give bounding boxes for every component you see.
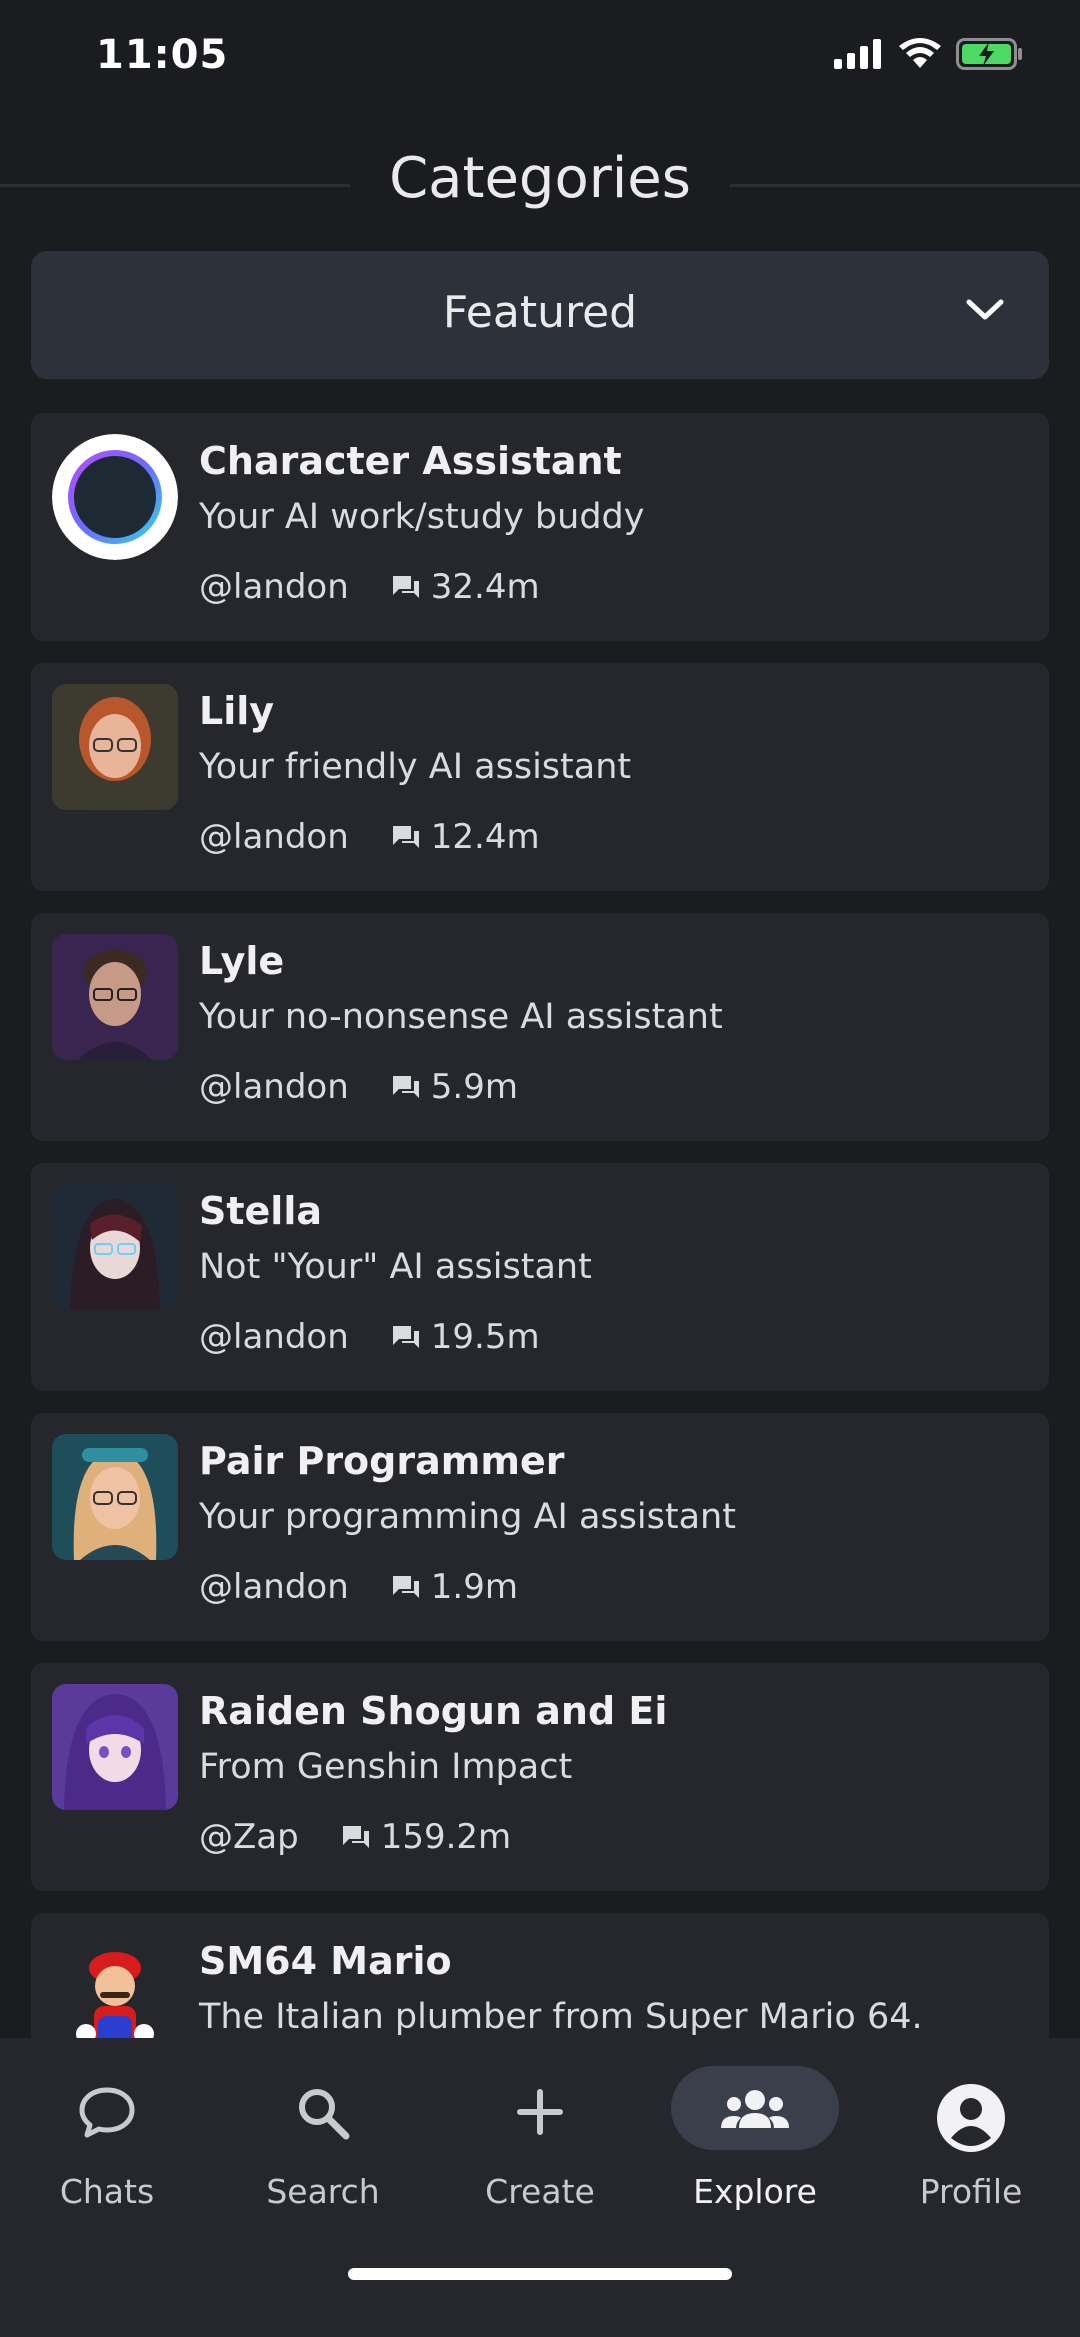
nav-profile[interactable]: Profile <box>881 2078 1061 2218</box>
bottom-nav: Chats Search Create Explore Profile <box>0 2038 1080 2337</box>
chevron-down-icon <box>965 297 1005 327</box>
chat-count-icon <box>341 1824 371 1850</box>
nav-explore-label: Explore <box>693 2172 817 2211</box>
character-chat-count: 32.4m <box>430 567 540 607</box>
category-dropdown-value: Featured <box>442 287 638 338</box>
character-description: From Genshin Impact <box>199 1747 573 1787</box>
chat-count-icon <box>391 824 421 850</box>
character-meta: @Zap 159.2m <box>199 1817 511 1857</box>
character-chat-count: 1.9m <box>430 1567 518 1607</box>
character-name: Pair Programmer <box>199 1439 565 1483</box>
people-group-icon <box>719 2086 791 2138</box>
character-card[interactable]: Raiden Shogun and Ei From Genshin Impact… <box>31 1663 1049 1891</box>
character-card[interactable]: Pair Programmer Your programming AI assi… <box>31 1413 1049 1641</box>
nav-search-label: Search <box>266 2172 380 2211</box>
chat-count-icon <box>391 574 421 600</box>
nav-chats[interactable]: Chats <box>17 2078 197 2218</box>
account-circle-icon <box>937 2084 1005 2156</box>
chat-count-icon <box>391 1074 421 1100</box>
character-description: The Italian plumber from Super Mario 64. <box>199 1997 923 2037</box>
character-author[interactable]: @landon <box>199 567 349 607</box>
character-name: Raiden Shogun and Ei <box>199 1689 668 1733</box>
character-meta: @landon 32.4m <box>199 567 540 607</box>
character-card[interactable]: Lily Your friendly AI assistant @landon … <box>31 663 1049 891</box>
nav-create-label: Create <box>485 2172 595 2211</box>
character-name: Stella <box>199 1189 322 1233</box>
character-avatar <box>52 934 178 1060</box>
nav-explore[interactable]: Explore <box>665 2066 845 2218</box>
status-icons <box>834 38 1024 74</box>
character-meta: @landon 12.4m <box>199 817 540 857</box>
character-avatar <box>52 1184 178 1310</box>
character-description: Your friendly AI assistant <box>199 747 632 787</box>
status-bar: 11:05 <box>0 0 1080 120</box>
character-meta: @landon 5.9m <box>199 1067 518 1107</box>
wifi-icon <box>898 38 942 74</box>
character-card[interactable]: Character Assistant Your AI work/study b… <box>31 413 1049 641</box>
character-author[interactable]: @landon <box>199 817 349 857</box>
character-meta: @landon 19.5m <box>199 1317 540 1357</box>
status-time: 11:05 <box>96 32 229 78</box>
character-name: Character Assistant <box>199 439 622 483</box>
chat-bubble-icon <box>76 2084 138 2144</box>
home-indicator[interactable] <box>348 2268 732 2280</box>
character-author[interactable]: @landon <box>199 1567 349 1607</box>
character-name: Lily <box>199 689 275 733</box>
character-author[interactable]: @landon <box>199 1317 349 1357</box>
cellular-signal-icon <box>834 39 884 73</box>
page-title: Categories <box>389 146 691 211</box>
character-meta: @landon 1.9m <box>199 1567 518 1607</box>
character-chat-count: 12.4m <box>430 817 540 857</box>
category-dropdown[interactable]: Featured <box>31 251 1049 379</box>
divider-right <box>730 184 1080 187</box>
character-name: Lyle <box>199 939 285 983</box>
categories-header: Categories <box>0 140 1080 226</box>
character-chat-count: 5.9m <box>430 1067 518 1107</box>
character-author[interactable]: @Zap <box>199 1817 299 1857</box>
character-avatar <box>52 684 178 810</box>
character-description: Not "Your" AI assistant <box>199 1247 592 1287</box>
character-chat-count: 19.5m <box>430 1317 540 1357</box>
character-chat-count: 159.2m <box>380 1817 512 1857</box>
character-card[interactable]: Lyle Your no-nonsense AI assistant @land… <box>31 913 1049 1141</box>
nav-search[interactable]: Search <box>233 2078 413 2218</box>
nav-chats-label: Chats <box>59 2172 155 2211</box>
character-description: Your AI work/study buddy <box>199 497 645 537</box>
character-card[interactable]: Stella Not "Your" AI assistant @landon 1… <box>31 1163 1049 1391</box>
character-description: Your programming AI assistant <box>199 1497 736 1537</box>
nav-profile-label: Profile <box>919 2172 1023 2211</box>
character-name: SM64 Mario <box>199 1939 452 1983</box>
character-avatar <box>52 1684 178 1810</box>
plus-icon <box>512 2084 568 2144</box>
chat-count-icon <box>391 1574 421 1600</box>
character-description: Your no-nonsense AI assistant <box>199 997 723 1037</box>
chat-count-icon <box>391 1324 421 1350</box>
character-avatar <box>52 1434 178 1560</box>
character-author[interactable]: @landon <box>199 1067 349 1107</box>
nav-create[interactable]: Create <box>450 2078 630 2218</box>
character-avatar <box>52 434 178 560</box>
search-icon <box>294 2084 352 2146</box>
battery-charging-icon <box>956 38 1024 74</box>
